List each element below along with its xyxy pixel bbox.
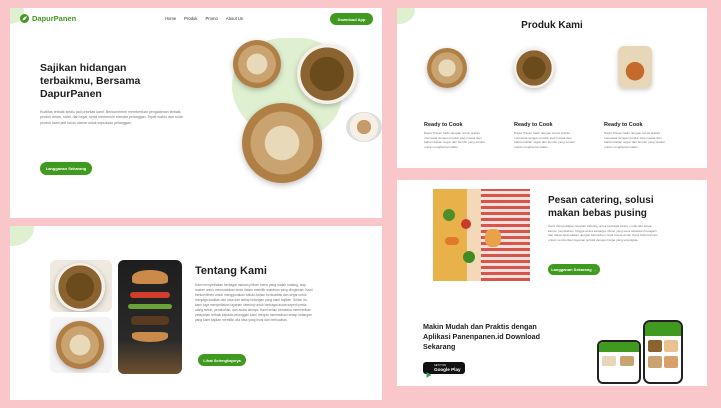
about-photo-burger — [118, 260, 182, 374]
product-image-3 — [618, 46, 652, 88]
store-name: Google Play — [434, 367, 461, 372]
product-name-3: Ready to Cook — [604, 122, 643, 128]
decor-blob — [10, 226, 34, 246]
about-description: Kami menyediakan berbagai macam pilihan … — [195, 283, 313, 322]
nav-link-home[interactable]: Home — [165, 16, 176, 21]
catering-subscribe-button[interactable]: Langganan Sekarang → — [548, 264, 600, 275]
catering-title: Pesan catering, solusi makan bebas pusin… — [548, 195, 654, 219]
hero-section: DapurPanen Home Produk Promo About Us Do… — [10, 8, 382, 218]
nav-link-produk[interactable]: Produk — [184, 16, 197, 21]
hero-description: Kualitas terbaik selalu jadi prioritas k… — [40, 110, 183, 125]
brand-name: DapurPanen — [32, 14, 77, 23]
nav-links: Home Produk Promo About Us — [165, 16, 243, 21]
product-name-2: Ready to Cook — [514, 122, 553, 128]
hero-coffee-cup — [346, 112, 382, 142]
hero-dish-bottom — [242, 103, 322, 183]
product-desc-2: Dapur Panen hadir dengan solusi praktis … — [514, 131, 576, 149]
catering-image — [433, 189, 530, 281]
download-app-button[interactable]: Download App — [330, 13, 373, 25]
leaf-icon — [20, 14, 29, 23]
nav-link-about[interactable]: About Us — [226, 16, 243, 21]
app-title: Makin Mudah dan Praktis dengan Aplikasi … — [423, 322, 541, 351]
phone-mockup-back — [597, 340, 641, 384]
google-play-button[interactable]: GET IT ON Google Play — [423, 362, 465, 378]
hero-subscribe-button[interactable]: Langganan Sekarang — [40, 162, 92, 175]
hero-title: Sajikan hidangan terbaikmu, Bersama Dapu… — [40, 62, 141, 100]
products-section: Produk Kami Ready to Cook Dapur Panen ha… — [397, 8, 707, 168]
play-store-icon — [426, 365, 432, 378]
about-photo-platter — [50, 317, 112, 373]
catering-app-section: Pesan catering, solusi makan bebas pusin… — [397, 180, 707, 386]
hero-dish-top-left — [233, 40, 281, 88]
product-image-2 — [514, 48, 554, 88]
product-name-1: Ready to Cook — [424, 122, 463, 128]
catering-description: Kami menyediakan layanan catering untuk … — [548, 224, 658, 242]
product-image-1 — [427, 48, 467, 88]
brand-logo[interactable]: DapurPanen — [20, 14, 76, 23]
products-title: Produk Kami — [521, 20, 583, 31]
product-desc-3: Dapur Panen hadir dengan solusi praktis … — [604, 131, 666, 149]
about-title: Tentang Kami — [195, 265, 267, 277]
hero-dish-top-right — [297, 44, 357, 104]
nav-link-promo[interactable]: Promo — [205, 16, 217, 21]
navbar: DapurPanen Home Produk Promo About Us Do… — [10, 8, 382, 30]
about-photo-soup — [50, 260, 112, 312]
about-more-button[interactable]: Lihat Selengkapnya — [198, 354, 246, 366]
product-desc-1: Dapur Panen hadir dengan solusi praktis … — [424, 131, 486, 149]
about-section: Tentang Kami Kami menyediakan berbagai m… — [10, 226, 382, 400]
phone-mockup-front — [643, 320, 683, 384]
